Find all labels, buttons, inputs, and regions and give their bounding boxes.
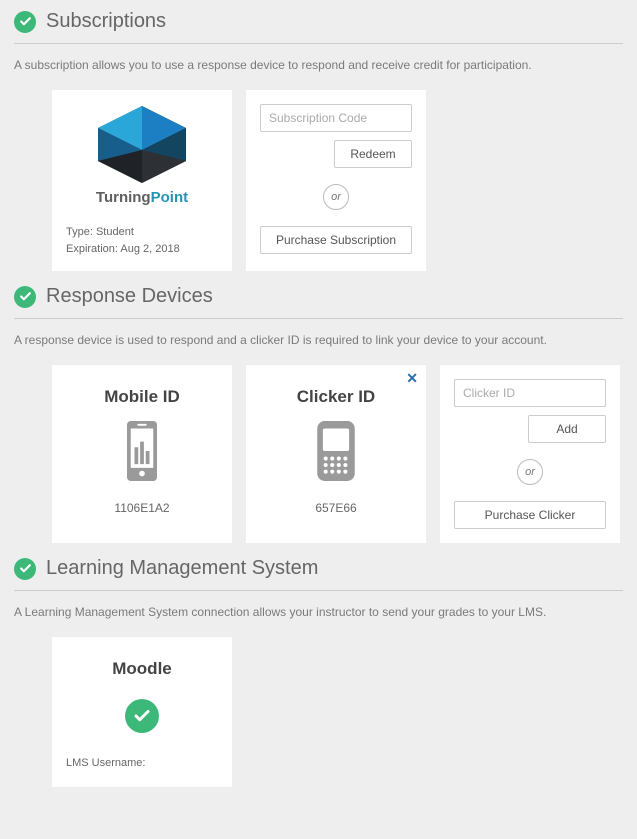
- check-circle-icon: [125, 699, 159, 733]
- lms-card: Moodle LMS Username:: [52, 637, 232, 787]
- purchase-subscription-button[interactable]: Purchase Subscription: [260, 226, 412, 254]
- divider: [14, 318, 623, 319]
- clicker-id-card: ✕ Clicker ID 657E66: [246, 365, 426, 543]
- clicker-form-card: Add or Purchase Clicker: [440, 365, 620, 543]
- lms-username-label: LMS Username:: [66, 757, 145, 769]
- devices-description: A response device is used to respond and…: [14, 333, 623, 347]
- lms-card-row: Moodle LMS Username:: [14, 637, 623, 787]
- subscription-code-input[interactable]: [260, 104, 412, 132]
- clicker-id-title: Clicker ID: [297, 387, 375, 407]
- subscriptions-description: A subscription allows you to use a respo…: [14, 58, 623, 72]
- devices-card-row: Mobile ID 1106E1A2 ✕ Clicker ID: [14, 365, 623, 543]
- clicker-icon: [306, 421, 366, 481]
- devices-header: Response Devices: [14, 285, 623, 308]
- lms-description: A Learning Management System connection …: [14, 605, 623, 619]
- turningpoint-subscription-card: TurningPoint Type: Student Expiration: A…: [52, 90, 232, 271]
- or-label: or: [323, 184, 349, 210]
- check-circle-icon: [14, 286, 36, 308]
- lms-name: Moodle: [112, 659, 172, 679]
- or-divider: or: [454, 459, 606, 485]
- check-circle-icon: [14, 11, 36, 33]
- check-circle-icon: [14, 558, 36, 580]
- add-button[interactable]: Add: [528, 415, 606, 443]
- subscription-expiration: Expiration: Aug 2, 2018: [66, 241, 180, 258]
- turningpoint-logo-text: TurningPoint: [96, 189, 188, 206]
- subscriptions-section: Subscriptions A subscription allows you …: [14, 10, 623, 271]
- purchase-clicker-button[interactable]: Purchase Clicker: [454, 501, 606, 529]
- divider: [14, 590, 623, 591]
- smartphone-icon: [112, 421, 172, 481]
- clicker-id-input[interactable]: [454, 379, 606, 407]
- subscription-meta: Type: Student Expiration: Aug 2, 2018: [66, 224, 180, 257]
- subscriptions-title: Subscriptions: [46, 10, 166, 33]
- redeem-button[interactable]: Redeem: [334, 140, 412, 168]
- subscription-form-card: Redeem or Purchase Subscription: [246, 90, 426, 271]
- response-devices-section: Response Devices A response device is us…: [14, 285, 623, 543]
- close-icon[interactable]: ✕: [406, 371, 418, 385]
- or-label: or: [517, 459, 543, 485]
- subscriptions-card-row: TurningPoint Type: Student Expiration: A…: [14, 90, 623, 271]
- clicker-id-value: 657E66: [315, 501, 356, 515]
- mobile-id-value: 1106E1A2: [114, 501, 169, 515]
- subscriptions-header: Subscriptions: [14, 10, 623, 33]
- divider: [14, 43, 623, 44]
- turningpoint-logo-icon: [87, 106, 197, 183]
- devices-title: Response Devices: [46, 285, 213, 308]
- lms-section: Learning Management System A Learning Ma…: [14, 557, 623, 787]
- subscription-type: Type: Student: [66, 224, 180, 241]
- or-divider: or: [260, 184, 412, 210]
- mobile-id-title: Mobile ID: [104, 387, 180, 407]
- lms-title: Learning Management System: [46, 557, 318, 580]
- mobile-id-card: Mobile ID 1106E1A2: [52, 365, 232, 543]
- lms-header: Learning Management System: [14, 557, 623, 580]
